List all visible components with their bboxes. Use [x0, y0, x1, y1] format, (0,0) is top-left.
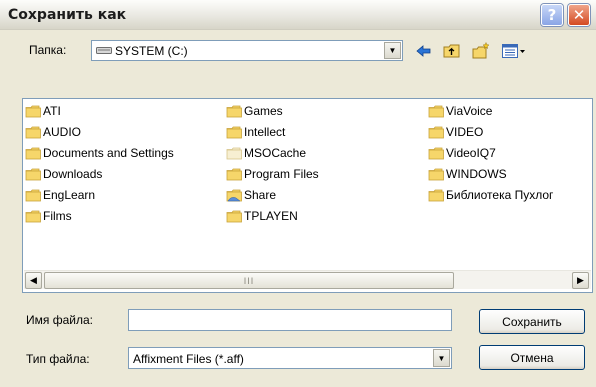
shared-folder-icon — [226, 189, 242, 201]
filename-input[interactable] — [128, 309, 452, 331]
view-menu-icon[interactable] — [501, 42, 527, 60]
folder-item-label: ViaVoice — [446, 104, 493, 118]
folder-item[interactable]: VideoIQ7 — [428, 144, 496, 162]
title-bar[interactable]: Сохранить как ? ✕ — [0, 0, 596, 30]
lookin-dropdown-button[interactable]: ▼ — [384, 42, 401, 59]
folder-item-label: Intellect — [244, 125, 286, 139]
filename-label: Имя файла: — [26, 313, 93, 327]
scroll-grip: III — [243, 275, 255, 286]
folder-item[interactable]: ATI — [25, 102, 61, 120]
window-title: Сохранить как — [8, 7, 127, 23]
folder-item[interactable]: Downloads — [25, 165, 102, 183]
folder-item[interactable]: Films — [25, 207, 72, 225]
up-folder-icon[interactable] — [442, 42, 462, 60]
folder-item-label: MSOCache — [244, 146, 307, 160]
cancel-button[interactable]: Отмена — [479, 345, 585, 370]
lookin-select[interactable]: SYSTEM (C:) ▼ — [91, 40, 403, 61]
folder-icon — [25, 105, 41, 117]
save-button[interactable]: Сохранить — [479, 309, 585, 334]
folder-icon — [25, 168, 41, 180]
folder-item-label: WINDOWS — [446, 167, 507, 181]
filetype-label: Тип файла: — [26, 352, 90, 366]
scroll-right-button[interactable]: ▶ — [572, 272, 589, 289]
folder-icon — [428, 147, 444, 159]
folder-icon — [428, 189, 444, 201]
lookin-value: SYSTEM (C:) — [115, 44, 188, 58]
horizontal-scrollbar[interactable]: ◀ III ▶ — [24, 270, 591, 289]
folder-icon — [25, 126, 41, 138]
folder-icon — [25, 210, 41, 222]
scroll-thumb[interactable]: III — [44, 272, 454, 289]
folder-item[interactable]: Share — [226, 186, 276, 204]
folder-icon — [226, 168, 242, 180]
folder-item-label: Downloads — [43, 167, 103, 181]
filetype-dropdown-button[interactable]: ▼ — [433, 349, 450, 367]
folder-icon — [428, 105, 444, 117]
folder-item-label: Games — [244, 104, 283, 118]
help-button[interactable]: ? — [541, 4, 563, 26]
drive-icon — [96, 47, 112, 54]
folder-item[interactable]: WINDOWS — [428, 165, 507, 183]
folder-item[interactable]: MSOCache — [226, 144, 306, 162]
folder-icon — [226, 210, 242, 222]
folder-item[interactable]: Intellect — [226, 123, 285, 141]
folder-item-label: ATI — [43, 104, 61, 118]
folder-icon — [428, 126, 444, 138]
folder-item[interactable]: Documents and Settings — [25, 144, 174, 162]
save-as-dialog: Сохранить как ? ✕ Папка: SYSTEM (C:) ▼ A… — [0, 0, 596, 387]
folder-icon — [226, 126, 242, 138]
folder-icon — [428, 168, 444, 180]
folder-item-label: TPLAYEN — [244, 209, 298, 223]
filetype-value: Affixment Files (*.aff) — [133, 352, 244, 366]
folder-item-label: EngLearn — [43, 188, 96, 202]
folder-item-label: Program Files — [244, 167, 319, 181]
filetype-select[interactable]: Affixment Files (*.aff) ▼ — [128, 347, 452, 369]
folder-item-label: VideoIQ7 — [446, 146, 496, 160]
folder-item[interactable]: TPLAYEN — [226, 207, 298, 225]
folder-item-label: Films — [43, 209, 72, 223]
close-button[interactable]: ✕ — [568, 4, 590, 26]
folder-item[interactable]: VIDEO — [428, 123, 483, 141]
folder-item-label: VIDEO — [446, 125, 484, 139]
folder-icon — [25, 147, 41, 159]
folder-icon — [226, 105, 242, 117]
scroll-left-button[interactable]: ◀ — [25, 272, 42, 289]
folder-item[interactable]: Библиотека Пухлог — [428, 186, 553, 204]
folder-item[interactable]: Program Files — [226, 165, 319, 183]
new-folder-icon[interactable] — [471, 42, 491, 60]
folder-icon — [25, 189, 41, 201]
lookin-label: Папка: — [29, 43, 67, 57]
folder-item-label: Библиотека Пухлог — [446, 188, 554, 202]
folder-item-label: Documents and Settings — [43, 146, 174, 160]
file-list[interactable]: ATI AUDIO Documents and Settings Downloads E… — [22, 98, 593, 293]
folder-item[interactable]: ViaVoice — [428, 102, 492, 120]
folder-item-label: AUDIO — [43, 125, 82, 139]
folder-icon — [226, 147, 242, 159]
folder-item[interactable]: Games — [226, 102, 283, 120]
folder-item-label: Share — [244, 188, 277, 202]
back-icon[interactable] — [414, 42, 434, 60]
folder-item[interactable]: AUDIO — [25, 123, 81, 141]
folder-item[interactable]: EngLearn — [25, 186, 95, 204]
